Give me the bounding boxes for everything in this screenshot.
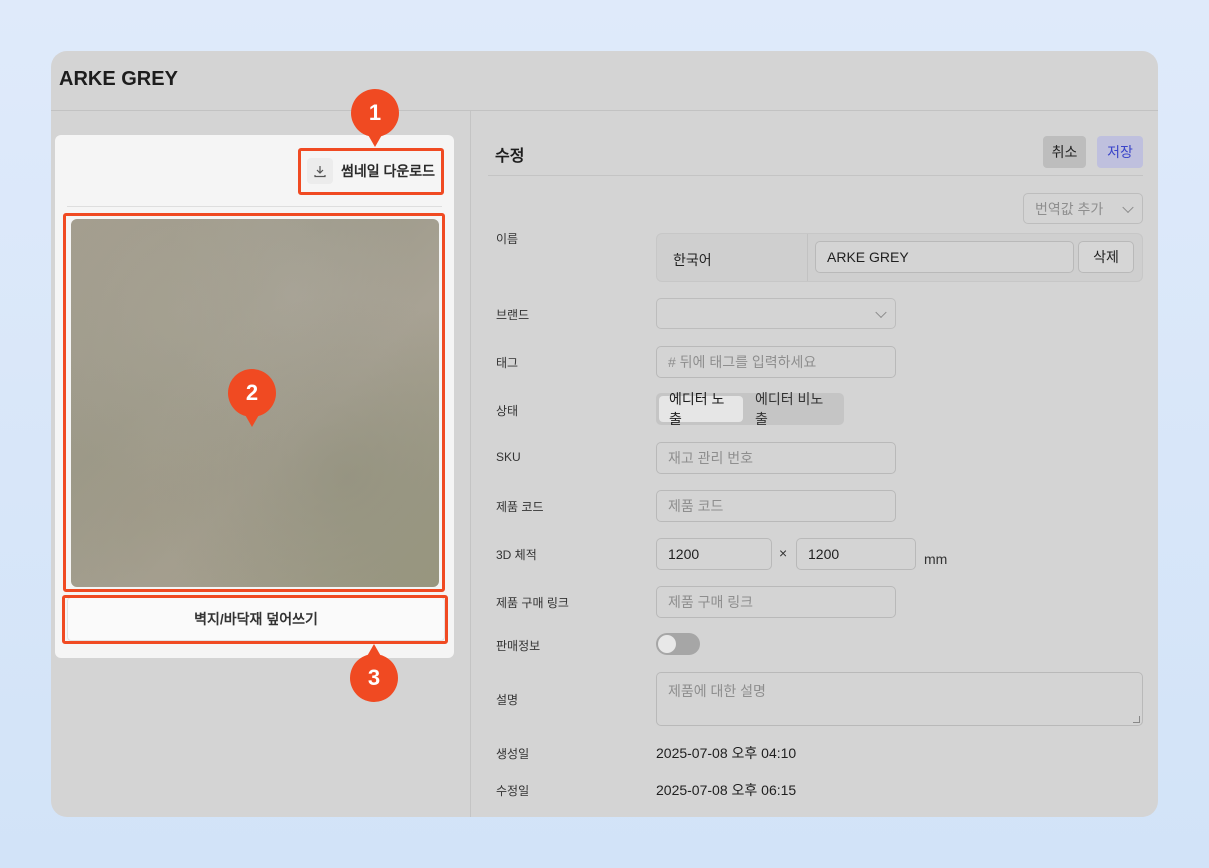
translation-select-placeholder: 번역값 추가 (1035, 200, 1104, 217)
overwrite-material-button[interactable]: 벽지/바닥재 덮어쓰기 (67, 597, 445, 641)
description-textarea[interactable]: 제품에 대한 설명 (656, 672, 1143, 726)
description-label: 설명 (496, 693, 519, 707)
status-option-visible[interactable]: 에디터 노출 (659, 391, 743, 427)
toggle-knob (658, 635, 676, 653)
tag-label: 태그 (496, 356, 519, 370)
modified-value: 2025-07-08 오후 06:15 (656, 782, 797, 798)
dimensions-label: 3D 체적 (496, 548, 537, 562)
created-label: 생성일 (496, 747, 530, 761)
status-option-hidden[interactable]: 에디터 비노출 (745, 391, 841, 427)
header-divider (488, 175, 1143, 176)
product-code-input[interactable]: 제품 코드 (656, 490, 896, 522)
description-placeholder: 제품에 대한 설명 (668, 683, 766, 699)
divider (807, 234, 808, 281)
product-code-label: 제품 코드 (496, 500, 544, 514)
vertical-divider (470, 111, 471, 817)
annotation-badge-2: 2 (228, 369, 276, 427)
dimension-separator: × (779, 545, 788, 561)
brand-label: 브랜드 (496, 308, 530, 322)
translation-select[interactable]: 번역값 추가 (1023, 193, 1143, 224)
purchase-link-input[interactable]: 제품 구매 링크 (656, 586, 896, 618)
annotation-badge-1: 1 (351, 89, 399, 147)
status-label: 상태 (496, 404, 519, 418)
chevron-down-icon (875, 306, 887, 318)
name-translation-row: 한국어 ARKE GREY 삭제 (656, 233, 1143, 282)
download-icon (307, 158, 333, 184)
sku-label: SKU (496, 450, 521, 464)
status-segmented-control: 에디터 노출 에디터 비노출 (656, 391, 844, 427)
name-input[interactable]: ARKE GREY (815, 241, 1074, 273)
dimension-height-input[interactable]: 1200 (796, 538, 916, 570)
name-label: 이름 (496, 232, 519, 246)
page-title: ARKE GREY (59, 68, 178, 90)
thumbnail-download-button[interactable]: 썸네일 다운로드 (307, 157, 437, 185)
tag-input[interactable]: # 뒤에 태그를 입력하세요 (656, 346, 896, 378)
resize-handle-icon[interactable] (1133, 716, 1140, 723)
product-detail-window: ARKE GREY 썸네일 다운로드 벽지/바닥재 덮어쓰기 수정 취소 저장 … (51, 51, 1158, 817)
brand-select[interactable] (656, 298, 896, 329)
window-header: ARKE GREY (51, 51, 1158, 111)
dimension-width-input[interactable]: 1200 (656, 538, 772, 570)
save-button[interactable]: 저장 (1097, 136, 1143, 168)
edit-panel-title: 수정 (495, 148, 525, 165)
divider (67, 206, 442, 207)
name-language: 한국어 (673, 252, 712, 268)
purchase-link-label: 제품 구매 링크 (496, 596, 569, 610)
sku-input[interactable]: 재고 관리 번호 (656, 442, 896, 474)
cancel-button[interactable]: 취소 (1043, 136, 1086, 168)
created-value: 2025-07-08 오후 04:10 (656, 745, 797, 761)
sales-info-toggle[interactable] (656, 633, 700, 655)
sales-info-label: 판매정보 (496, 639, 541, 653)
delete-translation-button[interactable]: 삭제 (1078, 241, 1134, 273)
thumbnail-download-label: 썸네일 다운로드 (341, 163, 436, 179)
dimension-unit: mm (924, 551, 948, 567)
modified-label: 수정일 (496, 784, 530, 798)
chevron-down-icon (1122, 201, 1134, 213)
annotation-badge-3: 3 (350, 644, 398, 702)
